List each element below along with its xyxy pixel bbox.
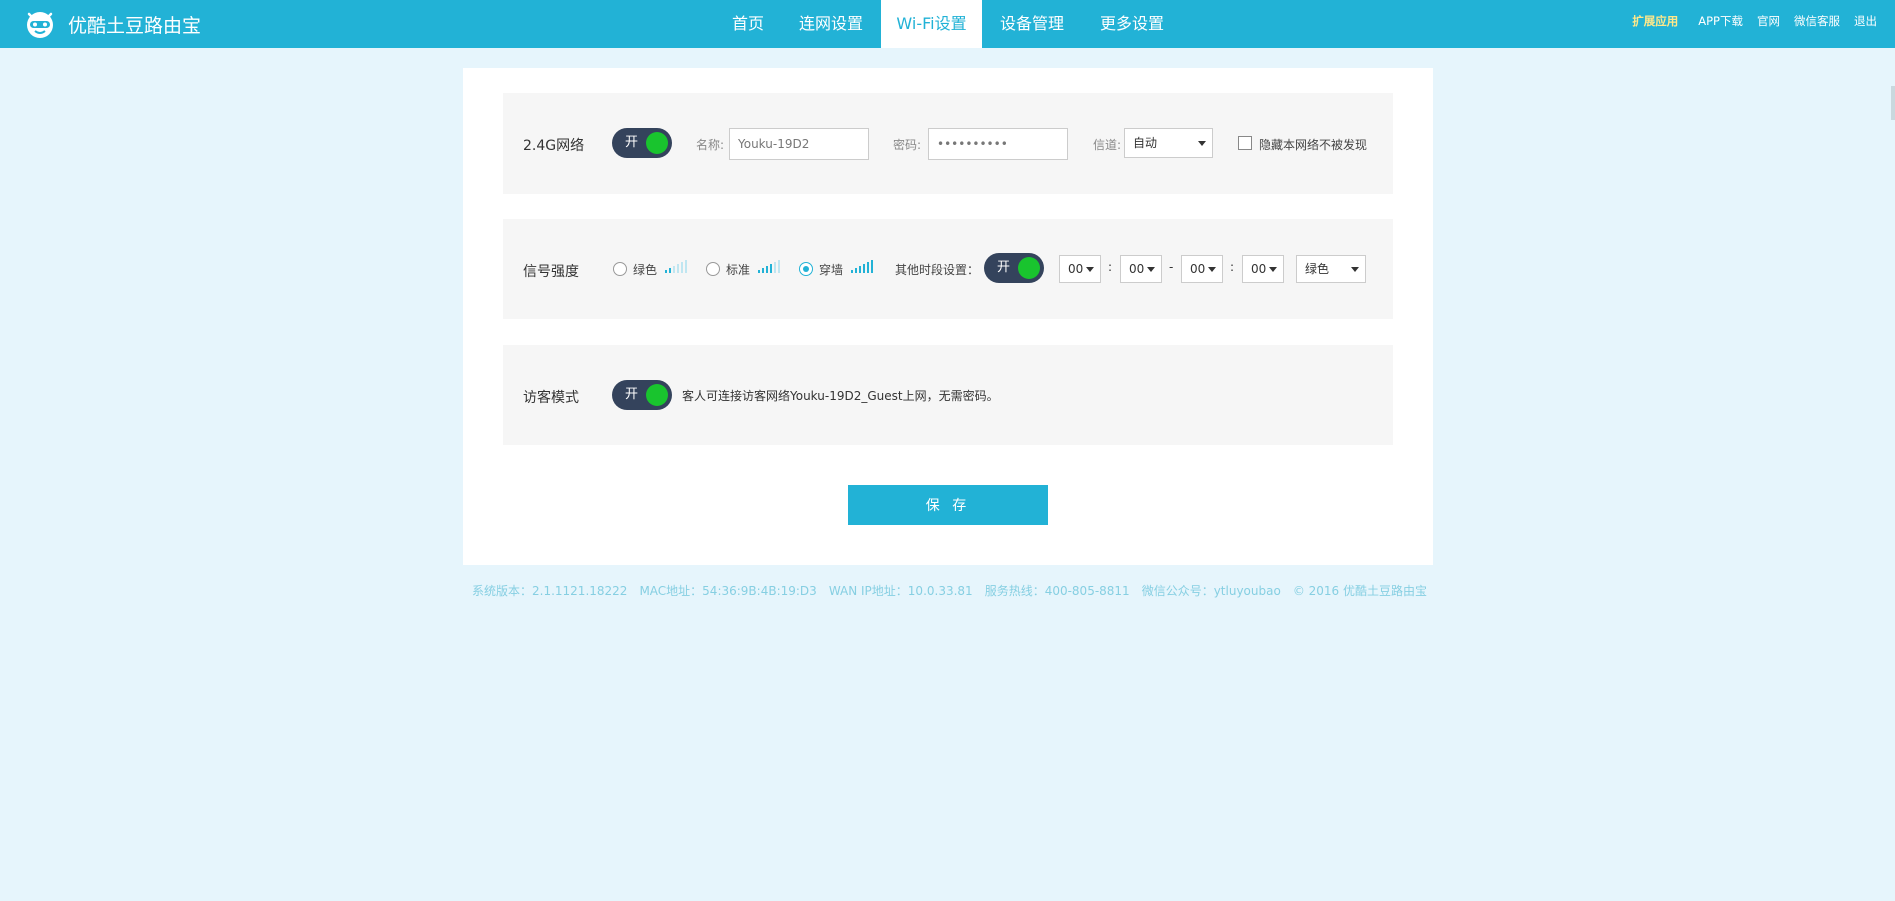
footer-info: 系统版本：2.1.1121.18222 MAC地址：54:36:9B:4B:19… <box>472 582 1439 599</box>
chevron-down-icon <box>1351 267 1359 272</box>
radio-label-standard: 标准 <box>726 263 751 277</box>
toggle-label: 开 <box>625 387 639 402</box>
time-colon: : <box>1230 260 1235 274</box>
section-label-24g: 2.4G网络 <box>523 138 585 154</box>
link-logout[interactable]: 退出 <box>1854 13 1877 29</box>
channel-label: 信道: <box>1093 138 1122 152</box>
start-minute-value: 00 <box>1129 262 1145 276</box>
signal-bars-icon <box>665 260 689 273</box>
end-hour-value: 00 <box>1190 262 1206 276</box>
section-signal-strength: 信号强度 绿色 标准 穿墙 其他时段设置： 开 00 : 00 - 00 : 0… <box>503 219 1393 319</box>
hide-network-label: 隐藏本网络不被发现 <box>1259 138 1368 152</box>
footer-hotline: 服务热线：400-805-8811 <box>984 584 1130 598</box>
chevron-down-icon <box>1208 267 1216 272</box>
chevron-down-icon <box>1147 267 1155 272</box>
radio-signal-green[interactable] <box>613 262 627 276</box>
start-hour-select[interactable]: 00 <box>1059 255 1101 283</box>
top-links: 扩展应用 APP下载 官网 微信客服 退出 <box>1618 0 1877 42</box>
wifi-settings-panel: 2.4G网络 开 名称: 密码: 信道: 自动 隐藏本网络不被发现 信号强度 绿… <box>463 68 1433 565</box>
other-time-mode-value: 绿色 <box>1305 262 1330 276</box>
footer-copyright: © 2016 优酷土豆路由宝 <box>1292 584 1427 598</box>
save-button[interactable]: 保 存 <box>848 485 1048 525</box>
link-extensions[interactable]: 扩展应用 <box>1632 13 1678 29</box>
start-minute-select[interactable]: 00 <box>1120 255 1162 283</box>
signal-bars-icon <box>758 260 782 273</box>
toggle-knob <box>646 132 668 154</box>
signal-bars-icon <box>851 260 875 273</box>
end-minute-value: 00 <box>1251 262 1267 276</box>
toggle-label: 开 <box>997 260 1011 275</box>
time-range-dash: - <box>1169 260 1174 274</box>
other-time-label: 其他时段设置： <box>895 263 980 277</box>
ssid-label: 名称: <box>696 138 725 152</box>
toggle-24g[interactable]: 开 <box>612 128 672 158</box>
toggle-guest[interactable]: 开 <box>612 380 672 410</box>
link-wechat-support[interactable]: 微信客服 <box>1794 13 1840 29</box>
section-label-guest: 访客模式 <box>523 390 579 406</box>
nav-more-settings[interactable]: 更多设置 <box>1082 0 1182 48</box>
section-guest-mode: 访客模式 开 客人可连接访客网络Youku-19D2_Guest上网，无需密码。 <box>503 345 1393 445</box>
link-app-download[interactable]: APP下载 <box>1698 13 1743 29</box>
radio-signal-standard[interactable] <box>706 262 720 276</box>
nav-network-settings[interactable]: 连网设置 <box>781 0 881 48</box>
ssid-input[interactable] <box>729 128 869 160</box>
toggle-label: 开 <box>625 135 639 150</box>
footer-wechat: 微信公众号：ytluyoubao <box>1141 584 1281 598</box>
top-bar: 优酷土豆路由宝 首页 连网设置 Wi-Fi设置 设备管理 更多设置 扩展应用 A… <box>0 0 1895 48</box>
chevron-down-icon <box>1269 267 1277 272</box>
start-hour-value: 00 <box>1068 262 1084 276</box>
footer-version: 系统版本：2.1.1121.18222 <box>472 584 628 598</box>
chevron-down-icon <box>1198 141 1206 146</box>
toggle-knob <box>1018 257 1040 279</box>
other-time-mode-select[interactable]: 绿色 <box>1296 255 1366 283</box>
end-hour-select[interactable]: 00 <box>1181 255 1223 283</box>
radio-label-green: 绿色 <box>633 263 658 277</box>
section-24g-network: 2.4G网络 开 名称: 密码: 信道: 自动 隐藏本网络不被发现 <box>503 93 1393 194</box>
nav-device-management[interactable]: 设备管理 <box>982 0 1082 48</box>
link-official-site[interactable]: 官网 <box>1757 13 1780 29</box>
hide-network-checkbox[interactable] <box>1238 136 1252 150</box>
radio-label-through-wall: 穿墙 <box>819 263 844 277</box>
footer-wan-ip: WAN IP地址：10.0.33.81 <box>828 584 973 598</box>
section-label-signal: 信号强度 <box>523 264 579 280</box>
main-nav: 首页 连网设置 Wi-Fi设置 设备管理 更多设置 <box>715 0 1182 48</box>
chevron-down-icon <box>1086 267 1094 272</box>
channel-select[interactable]: 自动 <box>1124 128 1213 158</box>
brand[interactable]: 优酷土豆路由宝 <box>24 8 201 40</box>
end-minute-select[interactable]: 00 <box>1242 255 1284 283</box>
password-label: 密码: <box>893 138 922 152</box>
guest-description: 客人可连接访客网络Youku-19D2_Guest上网，无需密码。 <box>682 389 999 403</box>
robot-logo-icon <box>24 8 56 40</box>
toggle-other-time[interactable]: 开 <box>984 253 1044 283</box>
toggle-knob <box>646 384 668 406</box>
channel-value: 自动 <box>1133 136 1158 150</box>
brand-name: 优酷土豆路由宝 <box>68 14 202 37</box>
radio-signal-through-wall[interactable] <box>799 262 813 276</box>
scrollbar-thumb[interactable] <box>1891 86 1895 120</box>
footer-mac: MAC地址：54:36:9B:4B:19:D3 <box>639 584 817 598</box>
password-input[interactable] <box>928 128 1068 160</box>
nav-wifi-settings[interactable]: Wi-Fi设置 <box>881 0 982 48</box>
time-colon: : <box>1108 260 1113 274</box>
nav-home[interactable]: 首页 <box>715 0 781 48</box>
